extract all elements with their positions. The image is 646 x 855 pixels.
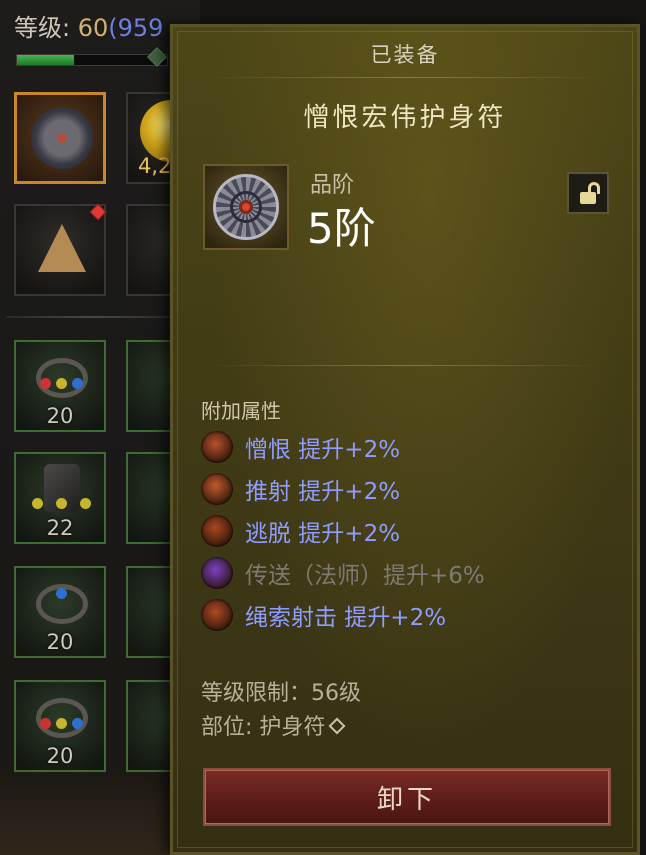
- section-divider: [203, 365, 607, 366]
- skill-icon: [201, 599, 233, 631]
- affix-row: 传送（法师）提升+6%: [201, 555, 485, 591]
- emblem-slot[interactable]: [14, 204, 106, 296]
- item-slot: 部位: 护身符: [201, 709, 346, 741]
- lock-button[interactable]: [567, 172, 609, 214]
- amulet-icon: [31, 107, 93, 169]
- ring-slot-3[interactable]: 20: [14, 566, 106, 658]
- skill-icon: [201, 515, 233, 547]
- blue-gem-icon: [72, 718, 83, 729]
- level-label: 等级:: [14, 14, 78, 42]
- ring-slot[interactable]: 20: [14, 340, 106, 432]
- level-value: 60: [77, 14, 109, 42]
- affix-row: 逃脱 提升+2%: [201, 513, 400, 549]
- amulet-chain-slot[interactable]: 20: [14, 680, 106, 772]
- divider: [6, 316, 176, 318]
- level-requirement: 等级限制：56级: [201, 681, 361, 706]
- yellow-gem-icon: [56, 718, 67, 729]
- skill-icon: [201, 557, 233, 589]
- red-gem-icon: [40, 718, 51, 729]
- item-count: 20: [46, 404, 74, 428]
- item-slot-text: 部位: 护身符: [201, 715, 326, 740]
- affix-text: 逃脱 提升+2%: [245, 521, 401, 547]
- skill-icon: [201, 473, 233, 505]
- item-name: 憎恨宏伟护身符: [303, 103, 507, 133]
- affix-text: 憎恨 提升+2%: [245, 437, 401, 463]
- equipped-header: 已装备: [370, 43, 440, 67]
- item-icon-frame: [203, 164, 289, 250]
- amulet-icon: [213, 174, 279, 240]
- unequip-button[interactable]: 卸下: [203, 768, 611, 826]
- gold-amount: 4,2: [138, 154, 172, 178]
- blue-gem-icon: [72, 378, 83, 389]
- header-divider: [203, 77, 607, 78]
- triangle-emblem-icon: [38, 224, 86, 272]
- yellow-gem-icon: [80, 498, 91, 509]
- yellow-gem-icon: [56, 378, 67, 389]
- red-gem-icon: [40, 378, 51, 389]
- affix-text: 绳索射击 提升+2%: [245, 605, 447, 631]
- character-level: 等级: 60(959: [14, 8, 163, 43]
- grade-value: 5阶: [307, 204, 376, 253]
- item-tooltip: 已装备 憎恨宏伟护身符 品阶 5阶 附加属性 憎恨 提升+2% 推射 提升+2% 逃…: [170, 24, 640, 855]
- skill-icon: [201, 431, 233, 463]
- affix-row: 憎恨 提升+2%: [201, 429, 400, 465]
- item-count: 22: [46, 516, 74, 540]
- yellow-gem-icon: [56, 498, 67, 509]
- affix-text: 推射 提升+2%: [245, 479, 401, 505]
- affix-row: 绳索射击 提升+2%: [201, 597, 446, 633]
- yellow-gem-icon: [32, 498, 43, 509]
- affix-row: 推射 提升+2%: [201, 471, 400, 507]
- amulet-slot[interactable]: [14, 92, 106, 184]
- xp-bar: [16, 54, 168, 66]
- paragon-level: (959: [108, 14, 164, 42]
- lock-body: [580, 192, 596, 204]
- affix-section-title: 附加属性: [201, 399, 281, 423]
- blue-gem-icon: [56, 588, 67, 599]
- xp-bar-fill: [17, 55, 74, 65]
- diamond-gem-icon: [328, 717, 346, 735]
- item-count: 20: [46, 630, 74, 654]
- affix-text: 传送（法师）提升+6%: [245, 563, 485, 589]
- bracer-slot[interactable]: 22: [14, 452, 106, 544]
